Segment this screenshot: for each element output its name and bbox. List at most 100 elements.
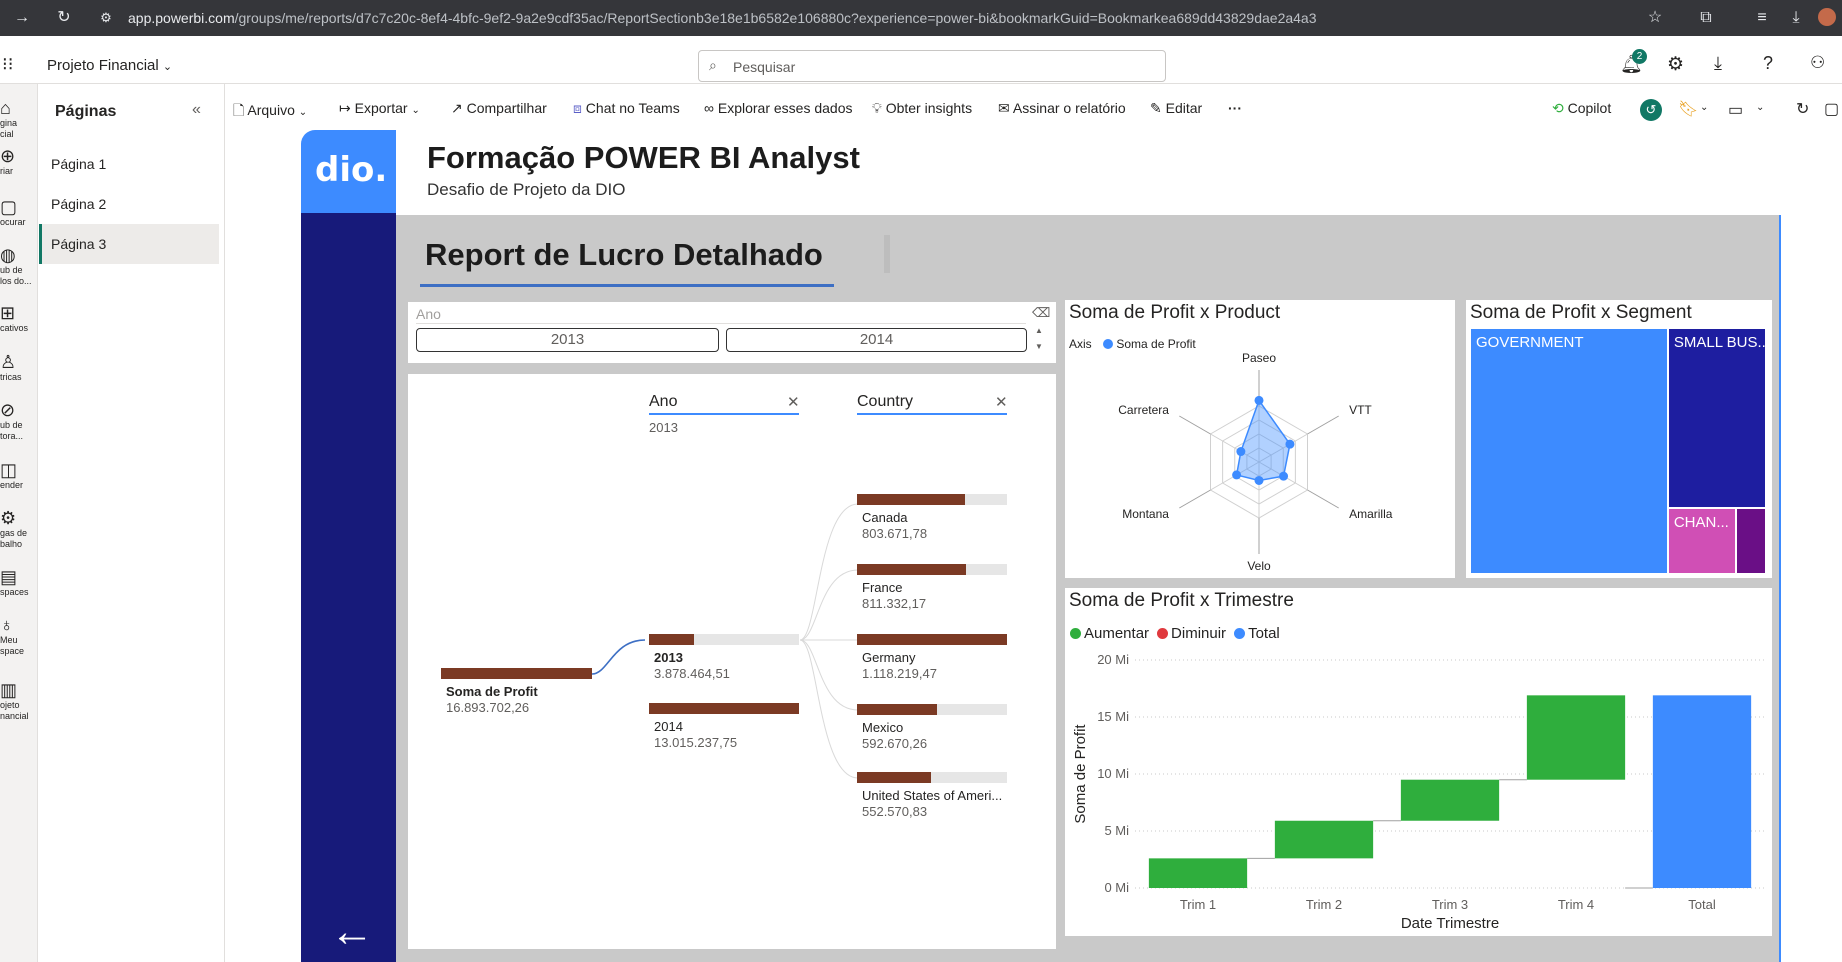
compass-icon: ⊘: [0, 400, 16, 420]
treemap-chart: GOVERNMENT SMALL BUS... CHAN...: [1470, 328, 1766, 574]
refresh-icon[interactable]: ↻: [1796, 99, 1809, 119]
year-bar-2014[interactable]: [649, 703, 799, 714]
subscribe-button[interactable]: ✉ Assinar o relatório: [998, 100, 1126, 117]
legend-dot: [1234, 628, 1246, 639]
waterfall-y-tick: 5 Mi: [1104, 823, 1129, 838]
copilot-button[interactable]: ⟲ Copilot: [1552, 100, 1611, 117]
slicer-option-2014[interactable]: 2014: [726, 328, 1027, 352]
rail-item-label: riar: [0, 166, 13, 176]
pages-pane-title: Páginas: [55, 103, 117, 120]
search-input[interactable]: ⌕ Pesquisar: [698, 50, 1166, 82]
download-icon[interactable]: ⤓: [1786, 8, 1806, 28]
rail-item-plus[interactable]: ⊕ riar: [0, 146, 38, 177]
workspace-name[interactable]: Projeto Financial ⌄: [47, 57, 172, 74]
radar-axis-tick: [1307, 489, 1339, 509]
root-bar[interactable]: [441, 668, 592, 679]
rail-item-workspaces[interactable]: ▤ spaces: [0, 567, 38, 598]
forward-icon[interactable]: →: [12, 8, 32, 28]
rail-item-apps[interactable]: ⊞ cativos: [0, 303, 38, 334]
comment-icon[interactable]: ▢: [1824, 99, 1839, 119]
country-bar[interactable]: [857, 704, 937, 715]
help-icon[interactable]: ?: [1763, 53, 1773, 74]
edit-button[interactable]: ✎ Editar: [1150, 100, 1202, 117]
rail-item-label: tora...: [0, 431, 24, 441]
reset-icon[interactable]: ↺: [1640, 99, 1662, 121]
rail-item-compass[interactable]: ⊘ ub de tora...: [0, 400, 38, 442]
back-arrow-button[interactable]: ←: [330, 910, 374, 954]
waterfall-legend: Aumentar Diminuir Total: [1070, 625, 1288, 642]
scroll-up-icon[interactable]: ▲: [1035, 326, 1043, 335]
radar-chart-title: Soma de Profit x Product: [1069, 302, 1281, 323]
rail-item-person[interactable]: ♁ Meu space: [0, 615, 38, 657]
country-bar[interactable]: [857, 494, 965, 505]
treemap-cell[interactable]: GOVERNMENT: [1471, 329, 1667, 573]
file-menu-button[interactable]: 🗋︎ Arquivo ⌄: [233, 100, 307, 124]
treemap-title: Soma de Profit x Segment: [1470, 302, 1692, 323]
rail-item-gear[interactable]: ⚙ gas de balho: [0, 508, 38, 550]
site-settings-icon[interactable]: ⚙: [96, 8, 116, 28]
eraser-icon[interactable]: ⌫: [1032, 305, 1050, 321]
radar-point: [1254, 475, 1264, 485]
country-bar[interactable]: [857, 772, 931, 783]
bookmark-icon[interactable]: 🔖︎: [1678, 99, 1698, 119]
year-bar-2013[interactable]: [649, 634, 694, 645]
share-feedback-icon[interactable]: ⚇: [1810, 53, 1825, 73]
media-icon[interactable]: ≡: [1752, 8, 1772, 28]
extensions-icon[interactable]: ⧉: [1696, 8, 1716, 28]
collapse-pane-icon[interactable]: «: [192, 101, 201, 119]
scroll-down-icon[interactable]: ▼: [1035, 342, 1043, 351]
rail-item-home[interactable]: ⌂ gina cial: [0, 98, 38, 140]
view-icon[interactable]: ▭: [1728, 100, 1743, 120]
rail-item-trophy[interactable]: ♙ tricas: [0, 352, 38, 383]
rail-item-hub[interactable]: ◍ ub de los do...: [0, 245, 38, 287]
connector-france: [799, 569, 859, 641]
waterfall-chart: 20 Mi 15 Mi 10 Mi 5 Mi 0 Mi Trim 1 Trim 2 Trim …: [1072, 652, 1765, 932]
more-options-button[interactable]: ···: [1228, 100, 1242, 116]
app-launcher-icon[interactable]: ⁝⁝: [2, 54, 13, 75]
settings-gear-icon[interactable]: ⚙: [1667, 53, 1684, 76]
rail-item-label: cativos: [0, 323, 29, 333]
report-side-band: [301, 213, 396, 962]
export-icon: ↦: [339, 100, 351, 116]
get-insights-button[interactable]: 💡︎ Obter insights: [872, 100, 972, 117]
address-bar[interactable]: app.powerbi.com/groups/me/reports/d7c7c2…: [128, 10, 1317, 26]
rail-item-folder[interactable]: ▢ ocurar: [0, 197, 38, 228]
country-label: Germany: [862, 650, 916, 665]
waterfall-y-tick: 20 Mi: [1097, 652, 1129, 667]
country-bar[interactable]: [857, 634, 1007, 645]
download-icon[interactable]: ⤓: [1714, 53, 1722, 74]
page-item-3[interactable]: Página 3: [39, 224, 219, 264]
rail-item-book[interactable]: ◫ ender: [0, 460, 38, 491]
radar-chart: Paseo VTT Amarilla Velo Montana Carretera: [1118, 351, 1392, 573]
teams-chat-button[interactable]: ⧈ Chat no Teams: [573, 100, 680, 117]
share-button[interactable]: ↗ Compartilhar: [451, 100, 547, 117]
export-menu-button[interactable]: ↦ Exportar ⌄: [339, 100, 420, 117]
close-level2-icon[interactable]: ✕: [995, 393, 1008, 411]
treemap-cell[interactable]: CHAN...: [1668, 509, 1736, 573]
radar-series-area: [1235, 398, 1291, 482]
chevron-down-icon[interactable]: ⌄: [1756, 102, 1764, 113]
treemap-cell[interactable]: [1737, 509, 1765, 573]
year-value: 13.015.237,75: [654, 735, 738, 750]
rail-item-label: space: [0, 646, 25, 656]
legend-label: Diminuir: [1171, 625, 1227, 642]
slicer-option-2013[interactable]: 2013: [416, 328, 719, 352]
treemap-cell[interactable]: SMALL BUS...: [1668, 329, 1765, 508]
close-level1-icon[interactable]: ✕: [787, 393, 800, 411]
rail-item-label: balho: [0, 539, 23, 549]
country-bar[interactable]: [857, 564, 966, 575]
profile-avatar[interactable]: [1818, 8, 1836, 26]
page-item-1[interactable]: Página 1: [39, 144, 219, 184]
explore-data-button[interactable]: ∞ Explorar esses dados: [704, 100, 853, 116]
rail-item-report[interactable]: ▥ ojeto nancial: [0, 680, 38, 722]
bookmark-star-icon[interactable]: ☆: [1645, 8, 1665, 28]
connector-canada: [799, 503, 859, 641]
country-label: Canada: [862, 510, 908, 525]
reload-icon[interactable]: ↻: [54, 8, 74, 28]
treemap-cell-label: SMALL BUS...: [1673, 334, 1765, 351]
lightbulb-icon: 💡︎: [872, 100, 882, 116]
chevron-down-icon[interactable]: ⌄: [1700, 102, 1708, 113]
rail-item-label: nancial: [0, 711, 29, 721]
waterfall-bar: [1400, 779, 1500, 821]
page-item-2[interactable]: Página 2: [39, 184, 219, 224]
